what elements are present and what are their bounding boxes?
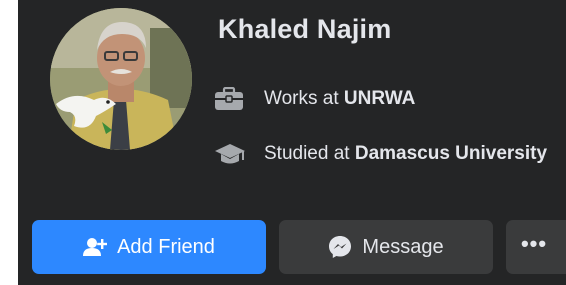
- add-friend-button[interactable]: Add Friend: [32, 220, 266, 274]
- message-label: Message: [362, 235, 444, 258]
- more-options-icon: •••: [520, 231, 548, 256]
- profile-hover-card: Khaled Najim Works at UNRWA Studied at D…: [18, 0, 566, 285]
- education-info-row: Studied at Damascus University: [214, 140, 547, 168]
- education-place-link[interactable]: Damascus University: [355, 143, 547, 164]
- message-button[interactable]: Message: [279, 220, 493, 274]
- work-info-text: Works at UNRWA: [264, 85, 415, 113]
- add-friend-icon: [83, 237, 108, 257]
- briefcase-icon: [214, 85, 248, 113]
- more-options-button[interactable]: •••: [506, 220, 566, 274]
- work-prefix: Works at: [264, 88, 344, 109]
- education-prefix: Studied at: [264, 143, 355, 164]
- avatar-photo: [50, 8, 192, 150]
- education-info-text: Studied at Damascus University: [264, 140, 547, 168]
- add-friend-label: Add Friend: [117, 235, 215, 258]
- work-info-row: Works at UNRWA: [214, 85, 415, 113]
- work-place-link[interactable]: UNRWA: [344, 88, 415, 109]
- avatar[interactable]: [50, 8, 192, 150]
- messenger-icon: [328, 235, 352, 259]
- profile-name[interactable]: Khaled Najim: [218, 14, 391, 45]
- graduation-cap-icon: [214, 140, 248, 168]
